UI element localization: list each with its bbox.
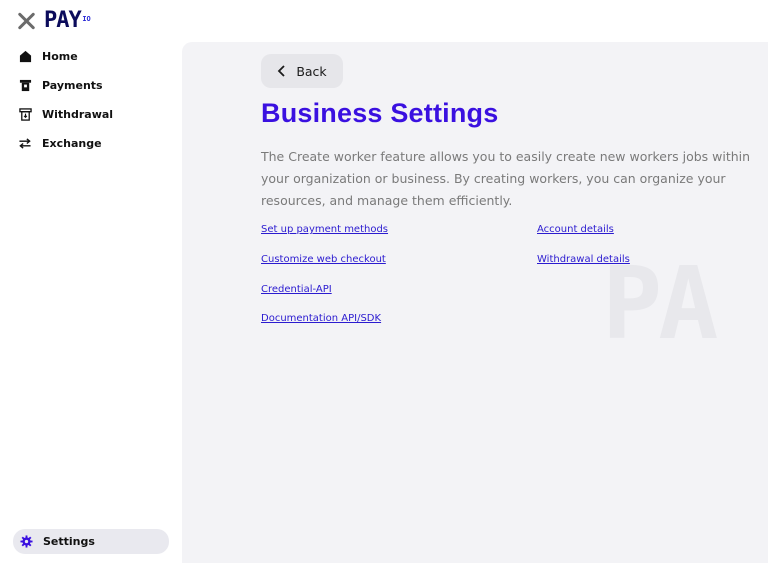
page-title: Business Settings: [261, 98, 499, 128]
page-description: The Create worker feature allows you to …: [261, 149, 751, 208]
sidebar-item-label: Payments: [42, 79, 103, 92]
sidebar-item-payments[interactable]: Payments: [12, 71, 172, 100]
brand-text: PAY: [44, 8, 82, 33]
back-button-label: Back: [296, 63, 327, 79]
chevron-left-icon: [277, 65, 286, 77]
sidebar-item-home[interactable]: Home: [12, 42, 172, 71]
link-web-checkout[interactable]: Customize web checkout: [261, 254, 386, 265]
logo: PAY IO: [16, 8, 91, 34]
sidebar-item-withdrawal[interactable]: Withdrawal: [12, 100, 172, 129]
link-withdrawal-details[interactable]: Withdrawal details: [537, 254, 630, 265]
withdrawal-icon: [18, 108, 32, 122]
sidebar-item-label: Withdrawal: [42, 108, 114, 121]
close-icon[interactable]: [16, 11, 36, 31]
link-payment-methods[interactable]: Set up payment methods: [261, 224, 388, 235]
sidebar-item-exchange[interactable]: Exchange: [12, 129, 172, 158]
brand-suffix: IO: [82, 15, 91, 23]
sidebar-item-settings[interactable]: Settings: [13, 529, 169, 554]
exchange-icon: [18, 137, 32, 151]
sidebar-item-label: Exchange: [42, 137, 102, 150]
home-icon: [18, 50, 32, 64]
main-content: PA Back Business Settings The Create wor…: [182, 42, 768, 563]
gear-icon: [19, 535, 33, 549]
sidebar-item-label: Settings: [43, 535, 95, 548]
sidebar-nav: Home Payments Withdrawal Exchange: [12, 42, 172, 158]
watermark-logo: PA: [602, 245, 718, 362]
brand-wordmark: PAY IO: [44, 8, 91, 33]
payments-icon: [18, 79, 32, 93]
link-account-details[interactable]: Account details: [537, 224, 614, 235]
back-button[interactable]: Back: [261, 54, 343, 88]
link-documentation[interactable]: Documentation API/SDK: [261, 313, 381, 324]
sidebar-item-label: Home: [42, 50, 78, 63]
sidebar: PAY IO Home Payments Withdrawal Exchange…: [0, 0, 182, 563]
link-credential-api[interactable]: Credential-API: [261, 284, 332, 295]
